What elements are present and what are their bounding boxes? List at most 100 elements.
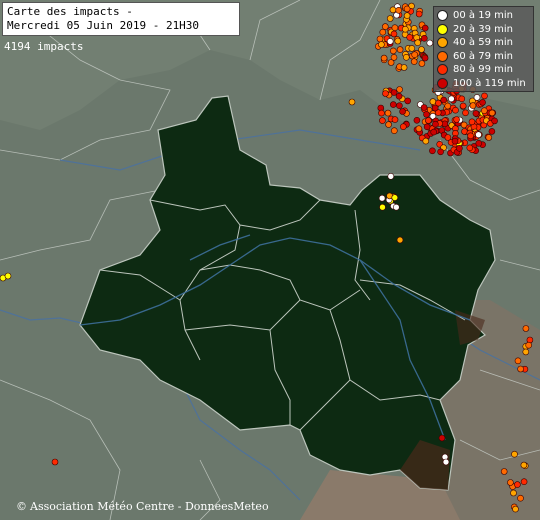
legend-item: 40 à 59 min [437,36,530,50]
impact-point [408,45,416,52]
impact-point [425,117,432,124]
impact-point [399,108,406,115]
lightning-impact-map: Carte des impacts - Mercredi 05 Juin 201… [0,0,540,520]
copyright-text: Association Météo Centre - DonneesMeteo [30,500,269,513]
impact-point [429,147,436,155]
copyright-symbol: © [16,500,27,513]
impact-point [440,96,448,104]
impact-point [396,102,403,109]
impact-point [491,117,498,125]
impact-point [378,109,385,117]
impact-point [413,117,421,124]
legend-swatch [437,23,448,35]
legend: 00 à 19 min 20 à 39 min 40 à 59 min 60 à 79… [433,6,534,92]
legend-item: 20 à 39 min [437,23,530,37]
impact-point [420,34,428,42]
legend-swatch [437,37,448,49]
impact-point [382,90,389,97]
impact-point [485,134,493,141]
impact-point [525,341,533,349]
impact-point [426,39,434,47]
impact-point [431,104,439,112]
impact-point [451,137,459,145]
impact-point [438,434,446,442]
impact-point [4,272,12,280]
impact-point [379,203,386,211]
impact-point [376,35,384,43]
legend-item: 60 à 79 min [437,50,530,64]
impact-point [507,479,514,486]
impact-point [399,123,407,130]
impact-point [403,5,411,13]
impact-point [404,97,412,105]
impact-point [475,131,482,138]
impact-point [467,132,474,140]
legend-label: 40 à 59 min [453,37,513,49]
impact-point [481,92,488,100]
impact-point [421,54,429,62]
impact-point [469,102,477,109]
impact-point [514,481,521,488]
impact-point [401,25,409,33]
legend-item: 100 à 119 min [437,77,530,91]
impact-point [418,60,426,67]
impact-point [514,357,522,365]
impact-point [444,134,452,141]
impact-point [391,194,399,201]
impact-count: 4194 impacts [4,40,84,53]
impact-point [390,89,398,96]
title-line-1: Carte des impacts - [7,5,133,18]
impact-point [459,102,467,110]
impact-point [437,148,444,156]
impact-point [385,121,392,128]
legend-item: 00 à 19 min [437,9,530,23]
impact-point [448,95,455,103]
impact-point [395,7,403,14]
impact-point [522,348,530,356]
impact-point [444,102,452,110]
impact-point [442,458,450,466]
legend-label: 60 à 79 min [453,50,513,62]
impact-point [396,236,404,244]
impact-point [466,144,474,152]
impact-point [421,24,429,32]
impact-point [512,505,519,513]
impact-point [390,30,398,38]
impact-point [456,145,463,152]
impact-point [390,127,398,134]
impact-point [479,99,486,106]
impact-point [392,203,400,211]
impact-point [522,325,530,332]
impact-point [400,64,408,71]
legend-label: 20 à 39 min [453,23,513,35]
impact-point [379,28,387,36]
impact-point [379,117,386,124]
impact-point [452,106,459,114]
title-line-2: Mercredi 05 Juin 2019 - 21H30 [7,19,200,32]
impact-point [429,98,437,105]
impact-point [458,95,466,103]
impact-point [389,6,397,14]
impact-point [396,46,404,53]
impact-point [415,125,423,132]
copyright: © Association Météo Centre - DonneesMeteo [16,500,269,513]
impact-point [384,109,392,117]
impact-point [480,107,488,114]
impact-point [403,12,411,19]
impact-point [394,37,402,45]
impact-point [411,51,419,59]
impact-point [462,109,469,117]
impact-point [517,365,524,373]
impact-point [391,24,399,32]
impact-point [386,38,394,45]
impact-point [517,494,524,502]
impact-point [381,23,389,30]
impact-point [414,39,422,47]
impact-point [420,104,428,111]
title-box: Carte des impacts - Mercredi 05 Juin 201… [2,2,240,36]
impact-point [475,140,483,147]
impact-point [389,47,397,55]
impact-point [410,58,418,65]
legend-label: 100 à 119 min [453,77,526,89]
impact-point [348,98,356,106]
